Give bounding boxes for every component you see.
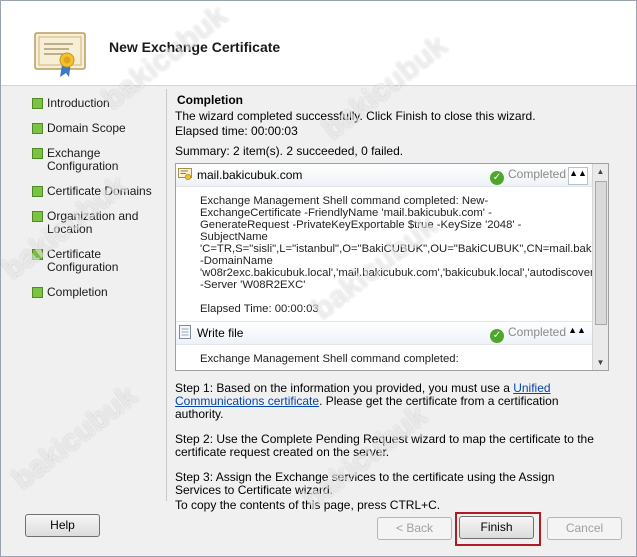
step1-prefix: Step 1: Based on the information you pro… <box>175 381 514 395</box>
step-introduction: Introduction <box>31 97 161 110</box>
check-icon: ✓ <box>490 171 504 185</box>
summary-text: Summary: 2 item(s). 2 succeeded, 0 faile… <box>175 144 404 158</box>
step1-text: Step 1: Based on the information you pro… <box>175 382 595 421</box>
command-output: Exchange Management Shell command comple… <box>200 353 459 365</box>
scroll-up-arrow-icon[interactable]: ▲ <box>593 164 608 179</box>
scroll-down-arrow-icon[interactable]: ▼ <box>593 355 608 370</box>
step-completion: Completion <box>31 286 161 299</box>
step-certificate-configuration: Certificate Configuration <box>31 248 161 274</box>
elapsed-time: Elapsed time: 00:00:03 <box>175 124 298 138</box>
step-label: Domain Scope <box>47 121 126 135</box>
results-panel[interactable]: mail.bakicubuk.com ✓ Completed ▲▲ Exchang… <box>175 163 609 371</box>
result-item-name: mail.bakicubuk.com <box>197 168 303 182</box>
watermark-text: bakicubuk <box>6 378 144 497</box>
step-bullet-icon <box>32 249 43 260</box>
result-item-body: Exchange Management Shell command comple… <box>176 187 609 321</box>
wizard-header: New Exchange Certificate <box>1 1 636 86</box>
step-bullet-icon <box>32 98 43 109</box>
step-bullet-icon <box>32 186 43 197</box>
page-title: Completion <box>177 93 243 107</box>
result-item-body: Exchange Management Shell command comple… <box>176 345 590 370</box>
result-item-header[interactable]: mail.bakicubuk.com ✓ Completed ▲▲ <box>176 164 608 187</box>
result-item-status: ✓ Completed <box>490 325 566 343</box>
wizard-window: New Exchange Certificate Introduction Do… <box>0 0 637 557</box>
certificate-icon <box>34 32 86 77</box>
wizard-steps-list: Introduction Domain Scope Exchange Confi… <box>31 97 161 311</box>
status-label: Completed <box>508 325 567 339</box>
step-bullet-icon <box>32 211 43 222</box>
step-label: Certificate Configuration <box>47 247 119 274</box>
completion-content: Completion The wizard completed successf… <box>175 91 615 159</box>
result-item-name: Write file <box>197 326 244 340</box>
status-label: Completed <box>508 167 567 181</box>
help-button[interactable]: Help <box>25 514 100 537</box>
cancel-button[interactable]: Cancel <box>547 517 622 540</box>
vertical-divider <box>166 89 167 501</box>
step-organization-location: Organization and Location <box>31 210 161 236</box>
wizard-title: New Exchange Certificate <box>109 39 281 55</box>
result-item-status: ✓ Completed <box>490 167 566 185</box>
copy-note: To copy the contents of this page, press… <box>175 498 441 512</box>
result-item-header[interactable]: Write file ✓ Completed ▲▲ <box>176 321 608 345</box>
scrollbar-thumb[interactable] <box>595 181 607 325</box>
collapse-chevron-icon[interactable]: ▲▲ <box>568 325 586 341</box>
step-label: Certificate Domains <box>47 184 152 198</box>
collapse-chevron-icon[interactable]: ▲▲ <box>568 167 588 185</box>
step3-text: Step 3: Assign the Exchange services to … <box>175 470 555 497</box>
command-output: Exchange Management Shell command comple… <box>200 195 609 291</box>
success-message: The wizard completed successfully. Click… <box>175 109 536 123</box>
step2-text: Step 2: Use the Complete Pending Request… <box>175 432 594 459</box>
step-certificate-domains: Certificate Domains <box>31 185 161 198</box>
back-button[interactable]: < Back <box>377 517 452 540</box>
step-label: Organization and Location <box>47 209 139 236</box>
step-domain-scope: Domain Scope <box>31 122 161 135</box>
step-bullet-icon <box>32 148 43 159</box>
step-label: Introduction <box>47 96 110 110</box>
results-scrollbar[interactable]: ▲ ▼ <box>592 164 608 370</box>
result-elapsed-time: Elapsed Time: 00:00:03 <box>200 303 319 315</box>
step-bullet-icon <box>32 287 43 298</box>
step-exchange-configuration: Exchange Configuration <box>31 147 161 173</box>
next-steps: Step 1: Based on the information you pro… <box>175 382 595 509</box>
step-label: Exchange Configuration <box>47 146 119 173</box>
step-bullet-icon <box>32 123 43 134</box>
finish-highlight-frame <box>455 512 541 546</box>
check-icon: ✓ <box>490 329 504 343</box>
document-icon <box>179 325 191 339</box>
step-label: Completion <box>47 285 108 299</box>
certificate-small-icon <box>178 168 192 181</box>
